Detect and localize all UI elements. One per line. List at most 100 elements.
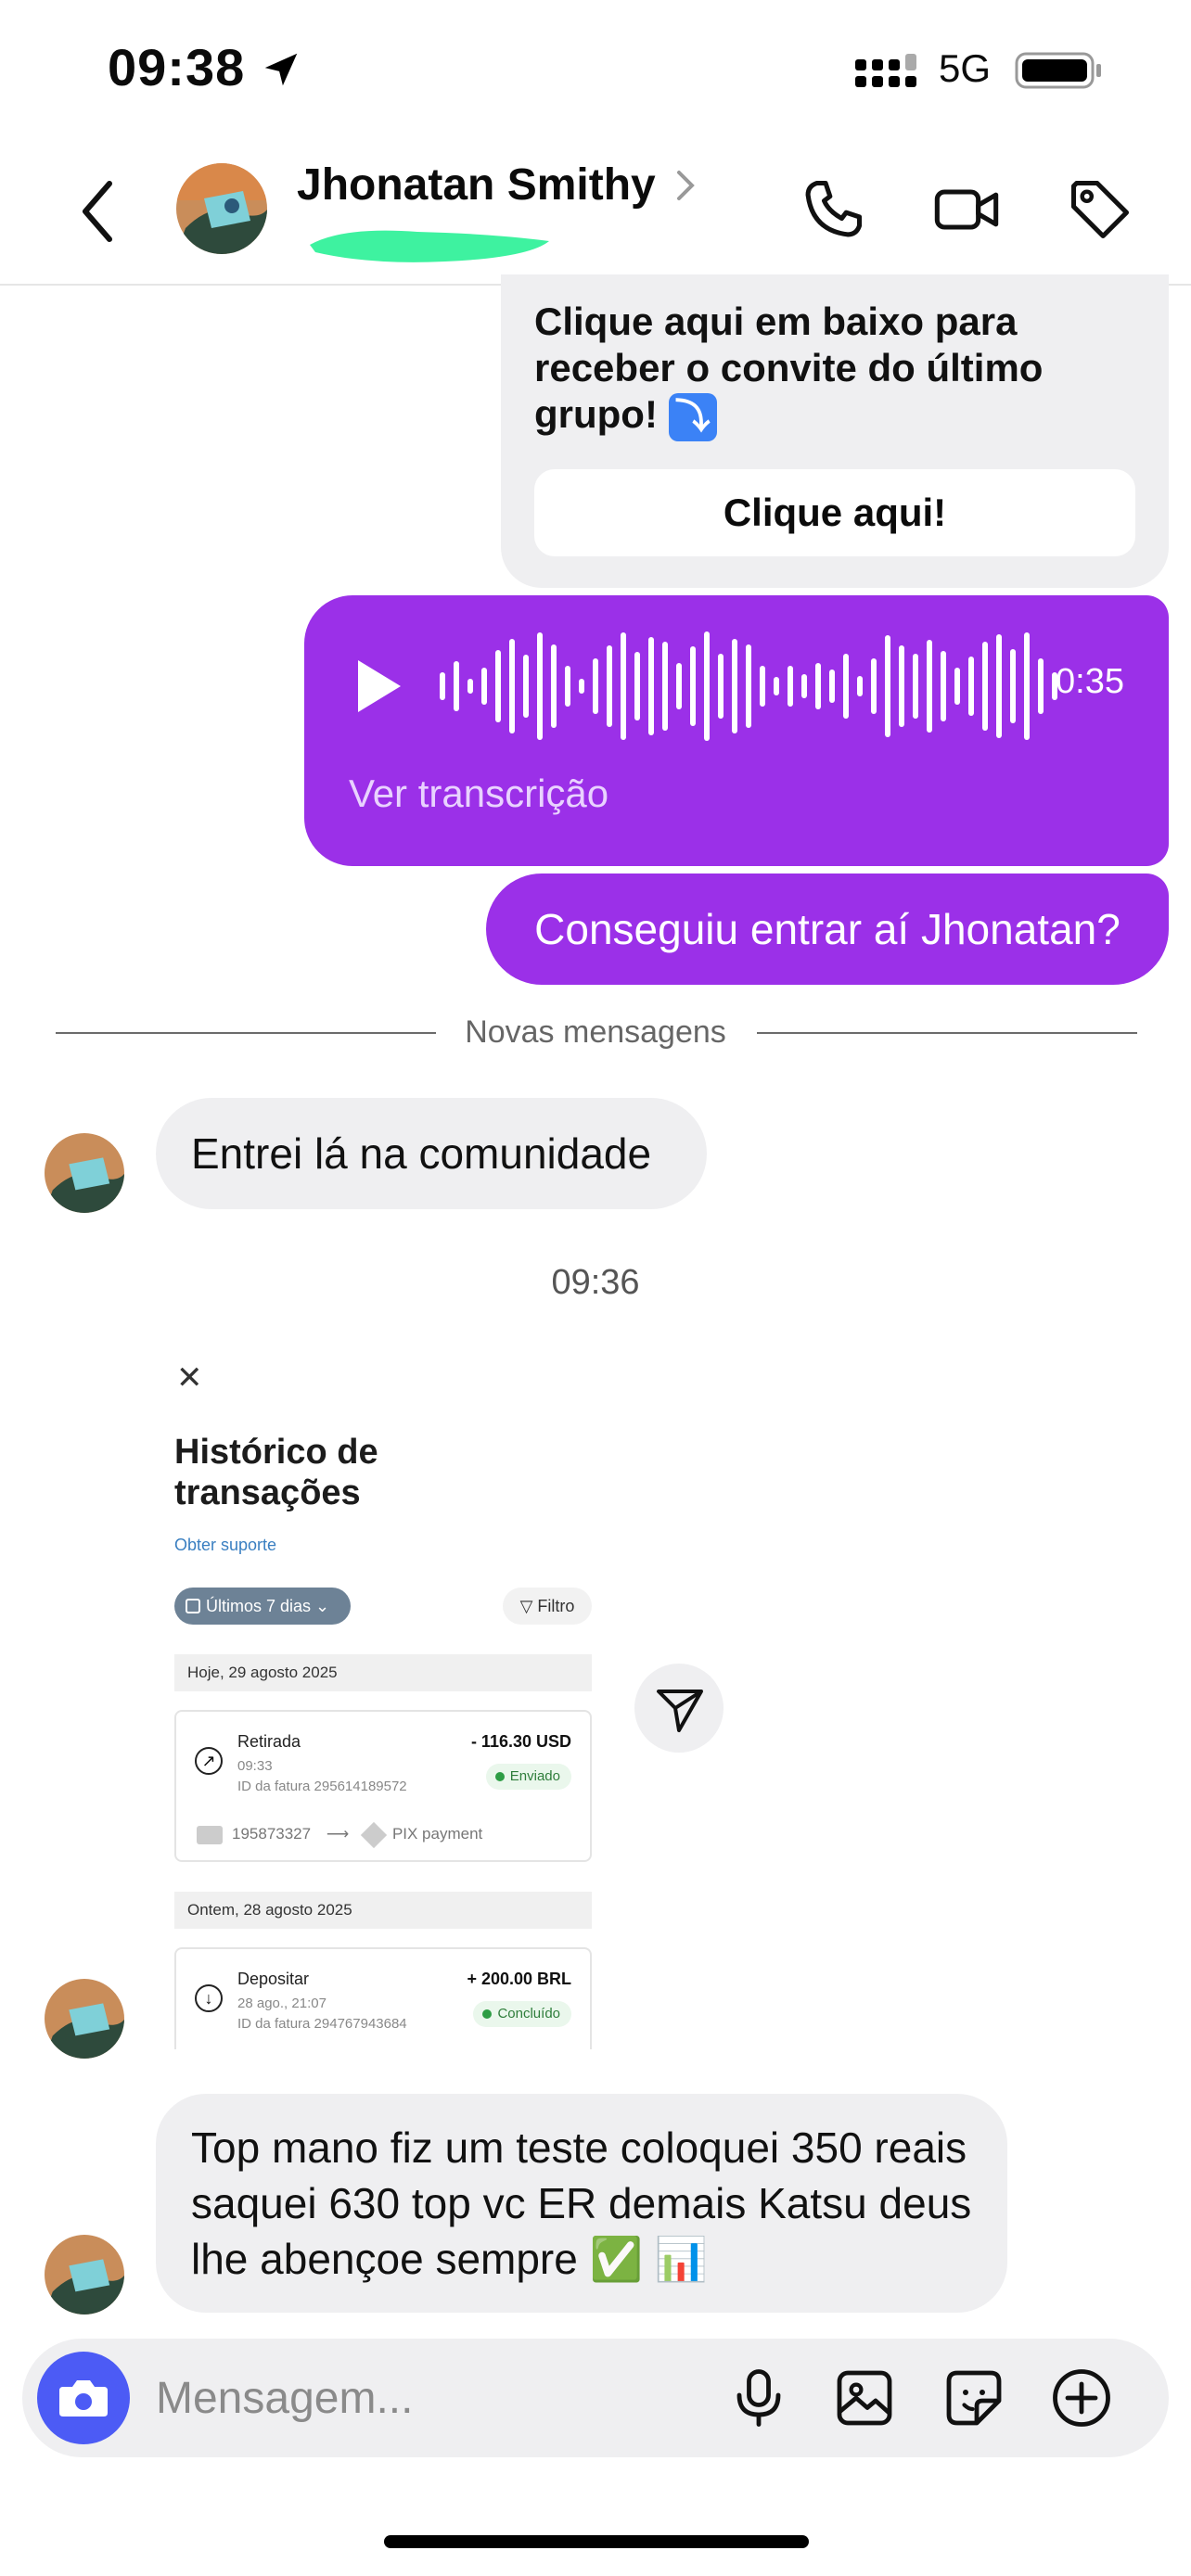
redaction-scribble — [310, 230, 549, 262]
waveform-bar — [551, 644, 557, 728]
waveform-bar — [1024, 632, 1030, 740]
signal-icon — [855, 54, 916, 87]
waveform-bar — [899, 645, 904, 727]
tx-type: Depositar — [237, 1970, 310, 1988]
status-time: 09:38 — [108, 38, 246, 96]
chevron-right-icon — [677, 171, 695, 200]
send-icon — [657, 1690, 703, 1732]
share-button[interactable] — [634, 1664, 724, 1753]
waveform-bar — [927, 640, 932, 733]
transaction-screenshot-image[interactable]: ✕ Histórico de transações Obter suporte … — [156, 1335, 614, 2049]
waveform-bar — [746, 644, 751, 728]
waveform-bar — [621, 632, 626, 740]
play-icon[interactable] — [352, 657, 404, 716]
waveform-bar — [676, 663, 682, 709]
tx-time: 09:33 — [237, 1758, 273, 1774]
divider-line-right — [757, 1032, 1137, 1034]
screenshot-range-chip: Últimos 7 dias ⌄ — [174, 1588, 351, 1625]
camera-icon — [59, 2380, 108, 2417]
tx-type: Retirada — [237, 1732, 301, 1751]
waveform-bar — [537, 632, 543, 740]
waveform-bar — [913, 654, 918, 719]
waveform-bar — [509, 639, 515, 733]
waveform-bar — [885, 635, 890, 737]
arrow-down-icon: ↓ — [195, 1984, 223, 2012]
sent-message[interactable]: Conseguiu entrar aí Jhonatan? — [486, 874, 1169, 985]
waveform-bar — [440, 672, 445, 700]
tx-time: 28 ago., 21:07 — [237, 1996, 327, 2011]
network-label: 5G — [939, 46, 992, 90]
new-messages-divider: Novas mensagens — [465, 1014, 726, 1050]
waveform-bar — [954, 668, 960, 705]
screenshot-title: Histórico de transações — [174, 1433, 378, 1512]
waveform-bar — [481, 668, 487, 705]
waveform-bar — [732, 639, 737, 733]
plus-circle-icon[interactable] — [1048, 2365, 1115, 2431]
chat-header: Jhonatan Smithy — [0, 139, 1191, 286]
waveform-bar — [788, 666, 793, 707]
waveform-bar — [801, 674, 807, 698]
received-message[interactable]: Entrei lá na comunidade — [156, 1098, 707, 1209]
waveform-bar — [454, 661, 459, 711]
tx-amount: + 200.00 BRL — [467, 1970, 571, 1988]
waveform-bar — [690, 646, 696, 726]
battery-icon — [1015, 52, 1101, 89]
tx-status-badge: Concluído — [473, 2001, 571, 2027]
waveform-bar — [774, 677, 779, 695]
waveform-bar — [467, 679, 473, 694]
invite-card-message: Clique aqui em baixo para receber o conv… — [501, 274, 1169, 588]
waveform-bar — [648, 637, 654, 735]
waveform-bar — [523, 655, 529, 718]
microphone-icon[interactable] — [725, 2365, 792, 2431]
contact-name[interactable]: Jhonatan Smithy — [297, 159, 656, 210]
contact-avatar[interactable] — [176, 163, 267, 254]
screenshot-day-header-2: Ontem, 28 agosto 2025 — [174, 1892, 592, 1929]
arrow-down-emoji-icon: ⤵ — [668, 392, 717, 441]
pix-icon — [360, 1821, 388, 1848]
view-transcript-link[interactable]: Ver transcrição — [349, 772, 608, 816]
voice-message: 0:35 Ver transcrição — [304, 595, 1169, 866]
waveform-bar — [857, 676, 863, 696]
waveform-bar — [871, 658, 877, 714]
message-input[interactable] — [156, 2366, 694, 2429]
screenshot-support-link: Obter suporte — [174, 1536, 277, 1554]
waveform-bar — [593, 658, 598, 714]
card-icon — [197, 1825, 223, 1844]
received-message[interactable]: Top mano fiz um teste coloquei 350 reais… — [156, 2094, 1007, 2313]
screenshot-day-header: Hoje, 29 agosto 2025 — [174, 1654, 592, 1691]
sender-avatar[interactable] — [45, 1133, 124, 1213]
waveform-bar — [662, 642, 668, 731]
waveform-bar — [996, 634, 1002, 738]
message-composer — [22, 2339, 1169, 2457]
video-call-icon[interactable] — [931, 174, 1002, 245]
waveform-bar — [815, 663, 821, 709]
voice-duration: 0:35 — [1056, 662, 1124, 701]
home-indicator — [384, 2535, 809, 2548]
waveform-bar — [760, 666, 765, 707]
tx-id: ID da fatura 294767943684 — [237, 2016, 407, 2032]
sticker-icon[interactable] — [941, 2365, 1007, 2431]
waveform-bar — [495, 650, 501, 722]
phone-icon[interactable] — [798, 174, 868, 245]
waveform-bar — [607, 645, 612, 727]
waveform-bar — [1010, 649, 1016, 723]
sender-avatar[interactable] — [45, 1979, 124, 2059]
screenshot-transaction-card-2: ↓ Depositar 28 ago., 21:07 ID da fatura … — [174, 1947, 592, 2049]
tag-icon[interactable] — [1065, 174, 1135, 245]
waveform-bar — [1038, 658, 1044, 714]
message-timestamp: 09:36 — [551, 1263, 640, 1302]
invite-button[interactable]: Clique aqui! — [534, 469, 1135, 556]
waveform-bar — [704, 631, 710, 741]
camera-button[interactable] — [37, 2352, 130, 2444]
sender-avatar[interactable] — [45, 2235, 124, 2315]
arrow-up-right-icon: ↗ — [195, 1747, 223, 1775]
tx-status-badge: Enviado — [485, 1764, 571, 1790]
waveform-bar — [565, 666, 570, 707]
waveform-bar — [829, 670, 835, 703]
waveform-bar — [941, 651, 946, 721]
location-arrow-icon — [264, 53, 298, 86]
gallery-icon[interactable] — [831, 2365, 898, 2431]
back-chevron-icon[interactable] — [72, 176, 124, 247]
waveform-bar — [634, 652, 640, 721]
waveform-bar — [843, 654, 849, 719]
